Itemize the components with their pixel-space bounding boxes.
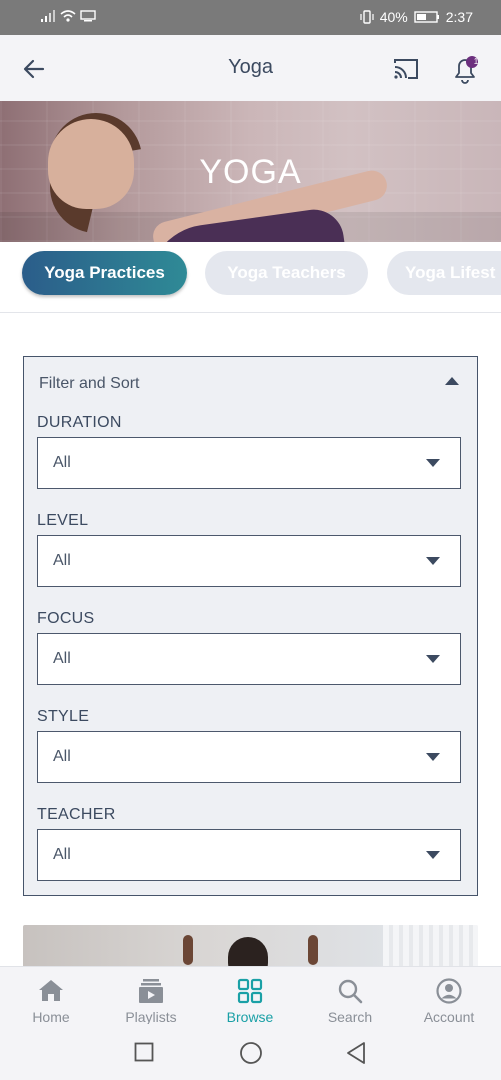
- filter-panel: Filter and Sort DURATION All LEVEL All F…: [23, 356, 478, 896]
- nav-browse-label: Browse: [226, 1009, 274, 1025]
- hero-title: YOGA: [199, 153, 302, 191]
- system-navigation-bar: [0, 1024, 501, 1080]
- category-tabs: Yoga Practices Yoga Teachers Yoga Lifest: [0, 242, 501, 313]
- style-label: STYLE: [37, 708, 90, 725]
- collapse-caret-icon[interactable]: [445, 377, 459, 385]
- chevron-down-icon: [426, 753, 440, 761]
- style-select[interactable]: All: [37, 731, 461, 783]
- screen-cast-status-icon: [80, 10, 96, 22]
- status-right-icons: 40% 2:37: [360, 9, 473, 25]
- account-icon: [436, 978, 462, 1004]
- nav-browse[interactable]: Browse: [200, 967, 300, 1025]
- back-triangle-icon[interactable]: [345, 1041, 367, 1065]
- teacher-value: All: [53, 846, 71, 863]
- focus-select[interactable]: All: [37, 633, 461, 685]
- nav-home[interactable]: Home: [1, 967, 101, 1025]
- nav-search[interactable]: Search: [300, 967, 400, 1025]
- tab-yoga-teachers[interactable]: Yoga Teachers: [205, 251, 368, 295]
- chevron-down-icon: [426, 459, 440, 467]
- recent-apps-icon[interactable]: [134, 1042, 154, 1062]
- page-title: Yoga: [228, 56, 273, 78]
- focus-label: FOCUS: [37, 610, 95, 627]
- wifi-icon: [60, 10, 76, 22]
- teacher-label: TEACHER: [37, 806, 116, 823]
- notifications-button[interactable]: 1: [448, 52, 482, 86]
- bottom-navigation: Home Playlists Browse Search Account: [0, 966, 501, 1025]
- focus-value: All: [53, 650, 71, 667]
- nav-playlists[interactable]: Playlists: [101, 967, 201, 1025]
- status-left-icons: [40, 9, 96, 23]
- chevron-down-icon: [426, 557, 440, 565]
- vibrate-icon: [360, 10, 374, 24]
- tab-yoga-practices[interactable]: Yoga Practices: [22, 251, 187, 295]
- duration-select[interactable]: All: [37, 437, 461, 489]
- chevron-down-icon: [426, 655, 440, 663]
- nav-home-label: Home: [32, 1009, 70, 1025]
- nav-account-label: Account: [423, 1009, 475, 1025]
- level-value: All: [53, 552, 71, 569]
- style-value: All: [53, 748, 71, 765]
- app-bar: Yoga 1: [0, 35, 501, 101]
- card-hand-left: [183, 935, 193, 965]
- hero-banner: YOGA: [0, 101, 501, 242]
- clock: 2:37: [445, 9, 473, 25]
- notification-badge: 1: [473, 57, 479, 66]
- duration-value: All: [53, 454, 71, 471]
- chevron-down-icon: [426, 851, 440, 859]
- status-bar: 40% 2:37: [0, 0, 501, 35]
- playlists-icon: [139, 979, 163, 1003]
- duration-label: DURATION: [37, 414, 122, 431]
- nav-playlists-label: Playlists: [125, 1009, 177, 1025]
- cast-icon: [394, 59, 418, 79]
- filter-header[interactable]: Filter and Sort: [39, 375, 139, 393]
- search-icon: [338, 979, 363, 1004]
- teacher-select[interactable]: All: [37, 829, 461, 881]
- home-circle-icon[interactable]: [239, 1041, 263, 1065]
- card-hand-right: [308, 935, 318, 965]
- signal-icon: [41, 10, 55, 22]
- battery-percent: 40%: [379, 9, 408, 25]
- cast-button[interactable]: [390, 54, 422, 84]
- tab-yoga-lifestyle[interactable]: Yoga Lifest: [387, 251, 501, 295]
- browse-icon: [237, 978, 263, 1004]
- level-label: LEVEL: [37, 512, 89, 529]
- home-icon: [39, 980, 63, 1001]
- nav-account[interactable]: Account: [399, 967, 499, 1025]
- battery-icon: [414, 11, 439, 23]
- nav-search-label: Search: [327, 1009, 373, 1025]
- level-select[interactable]: All: [37, 535, 461, 587]
